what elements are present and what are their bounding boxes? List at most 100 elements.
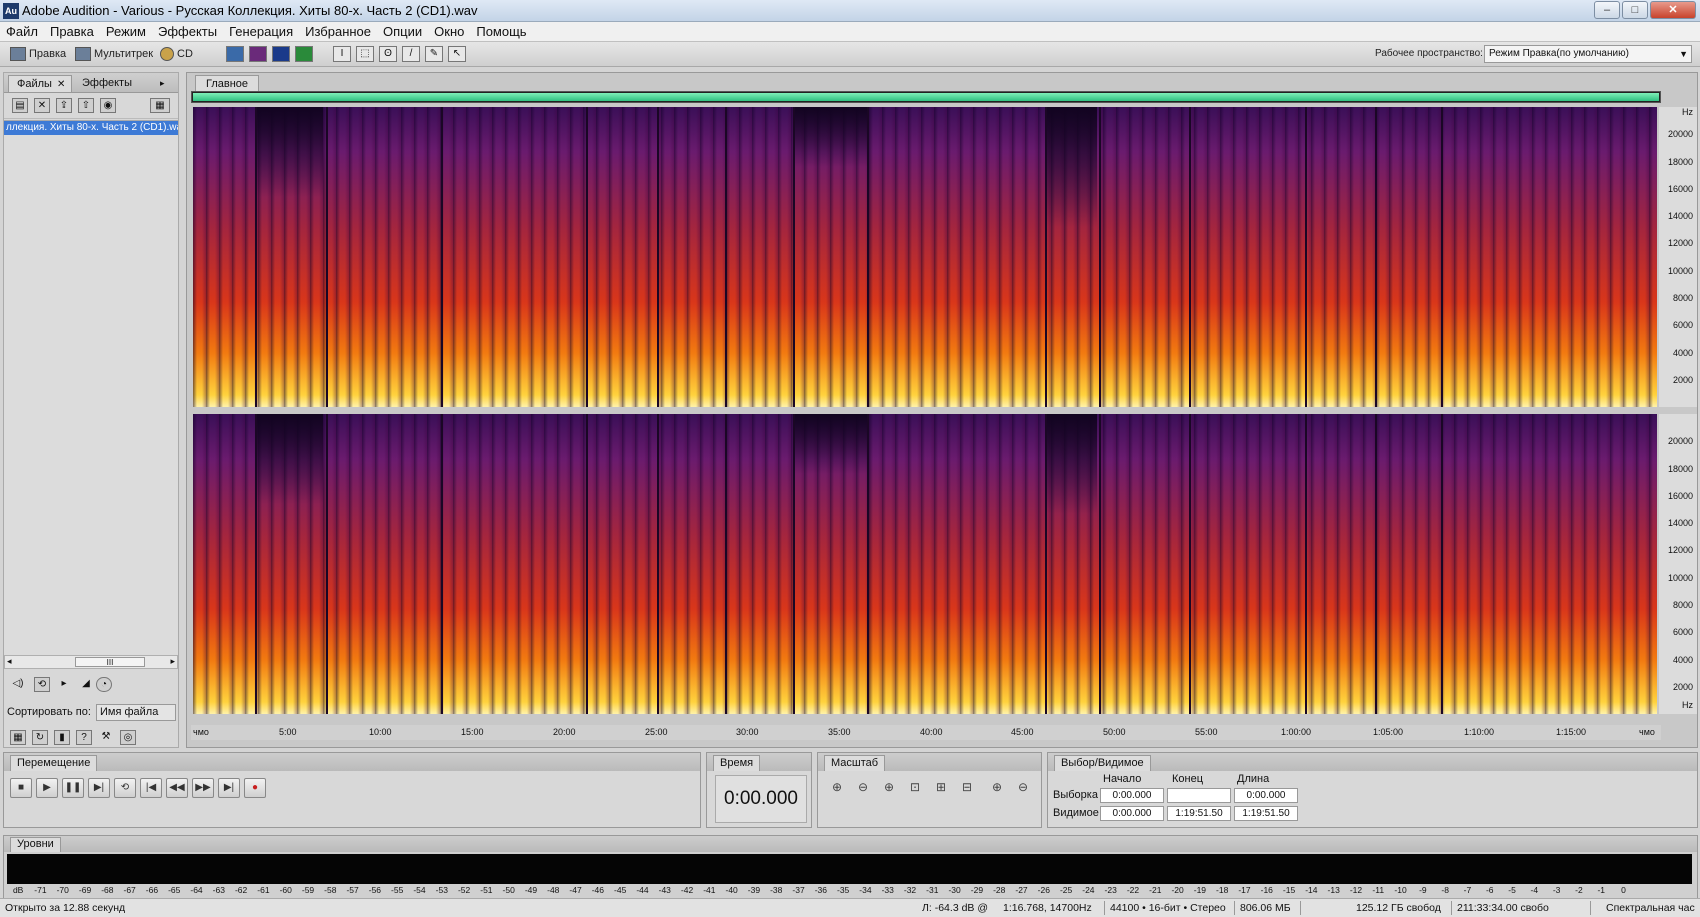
- volume-knob-icon[interactable]: ◔: [96, 677, 112, 692]
- track-gap: [867, 107, 869, 407]
- panel-menu-icon[interactable]: ▸: [152, 75, 171, 92]
- brush-tool-icon[interactable]: /: [402, 46, 420, 62]
- selection-start-field[interactable]: 0:00.000: [1100, 788, 1164, 803]
- zoom-left-edge-icon[interactable]: ⊟: [956, 777, 978, 797]
- go-to-start-button[interactable]: |◀: [140, 778, 162, 798]
- workspace-select[interactable]: Режим Правка(по умолчанию) ▼: [1484, 45, 1692, 63]
- list-item[interactable]: ллекция. Хиты 80-х. Часть 2 (CD1).wav: [4, 121, 178, 135]
- scroll-left-icon[interactable]: ◂: [7, 656, 12, 667]
- stop-button[interactable]: ■: [10, 778, 32, 798]
- menu-file[interactable]: Файл: [0, 22, 44, 39]
- zoom-in-horizontal-icon[interactable]: ⊕: [878, 777, 900, 797]
- tools-icon[interactable]: ⚒: [98, 730, 114, 745]
- marquee-tool-icon[interactable]: ⬚: [356, 46, 374, 62]
- minimize-button[interactable]: –: [1594, 1, 1620, 19]
- pause-button[interactable]: ❚❚: [62, 778, 84, 798]
- menu-options[interactable]: Опции: [377, 22, 428, 39]
- record-button[interactable]: ●: [244, 778, 266, 798]
- spectral-frequency-view-icon[interactable]: [249, 46, 267, 62]
- level-scale-label: -6: [1485, 885, 1494, 895]
- divider: [1234, 901, 1235, 915]
- chevron-down-icon: ▼: [1679, 49, 1688, 59]
- zoom-panel: Масштаб ⊕ ⊖ ⊕ ⊡ ⊞ ⊟ ⊕ ⊖: [817, 752, 1042, 828]
- loop-button[interactable]: ⟲: [114, 778, 136, 798]
- multitrack-mode-button[interactable]: Мультитрек: [75, 45, 153, 63]
- edit-mode-button[interactable]: Правка: [10, 45, 66, 63]
- volume-icon[interactable]: ◢: [78, 677, 94, 692]
- speaker-icon[interactable]: ◁): [10, 677, 26, 692]
- close-button[interactable]: ✕: [1650, 1, 1696, 19]
- tab-zoom[interactable]: Масштаб: [824, 755, 886, 771]
- loop-icon[interactable]: ⟲: [34, 677, 50, 692]
- menu-mode[interactable]: Режим: [100, 22, 152, 39]
- play-preview-icon[interactable]: ▸: [56, 677, 72, 692]
- healing-tool-icon[interactable]: ✎: [425, 46, 443, 62]
- edit-mode-label: Правка: [29, 48, 67, 60]
- menu-effects[interactable]: Эффекты: [152, 22, 223, 39]
- insert-icon[interactable]: ⇧: [78, 98, 94, 113]
- time-selection-tool-icon[interactable]: I: [333, 46, 351, 62]
- time-label: 20:00: [553, 727, 576, 737]
- go-to-end-button[interactable]: ▶|: [218, 778, 240, 798]
- import-icon[interactable]: ⇪: [56, 98, 72, 113]
- rewind-button[interactable]: ◀◀: [166, 778, 188, 798]
- filter-icon[interactable]: ▦: [10, 730, 26, 745]
- sort-select[interactable]: Имя файла: [96, 704, 176, 721]
- scroll-thumb[interactable]: III: [75, 657, 145, 667]
- help-icon[interactable]: ?: [76, 730, 92, 745]
- spectral-pan-view-icon[interactable]: [272, 46, 290, 62]
- horizontal-scrollbar[interactable]: ◂ III ▸: [4, 655, 178, 669]
- tab-levels[interactable]: Уровни: [10, 837, 61, 852]
- time-ruler[interactable]: чмо 5:00 10:00 15:00 20:00 25:00 30:00 3…: [191, 725, 1661, 740]
- edit-file-icon[interactable]: ◉: [100, 98, 116, 113]
- visible-end-field[interactable]: 1:19:51.50: [1167, 806, 1231, 821]
- tab-selection-view[interactable]: Выбор/Видимое: [1054, 755, 1151, 771]
- spectrogram-left-channel[interactable]: [193, 107, 1657, 407]
- play-button[interactable]: ▶: [36, 778, 58, 798]
- tab-effects[interactable]: Эффекты: [74, 75, 138, 92]
- selection-end-field[interactable]: [1167, 788, 1231, 803]
- menu-edit[interactable]: Правка: [44, 22, 100, 39]
- tab-main[interactable]: Главное: [195, 75, 260, 92]
- menu-generate[interactable]: Генерация: [223, 22, 299, 39]
- visible-length-field[interactable]: 1:19:51.50: [1234, 806, 1298, 821]
- tab-transport[interactable]: Перемещение: [10, 755, 98, 771]
- selection-length-field[interactable]: 0:00.000: [1234, 788, 1298, 803]
- level-scale-label: -9: [1419, 885, 1427, 895]
- zoom-full-icon[interactable]: ⊡: [904, 777, 926, 797]
- cd-small-icon[interactable]: ◎: [120, 730, 136, 745]
- hybrid-tool-icon[interactable]: ↖: [448, 46, 466, 62]
- zoom-out-amplitude-icon[interactable]: ⊖: [852, 777, 874, 797]
- refresh-icon[interactable]: ↻: [32, 730, 48, 745]
- spectrogram-right-channel[interactable]: [193, 414, 1657, 714]
- lasso-tool-icon[interactable]: ʘ: [379, 46, 397, 62]
- zoom-in-amplitude-icon[interactable]: ⊕: [826, 777, 848, 797]
- tab-files[interactable]: Файлы ✕: [8, 75, 73, 92]
- maximize-button[interactable]: □: [1622, 1, 1648, 19]
- waveform-view-icon[interactable]: [226, 46, 244, 62]
- zoom-out-vertical-icon[interactable]: ⊖: [1012, 777, 1034, 797]
- track-gap: [326, 107, 328, 407]
- cd-mode-button[interactable]: CD: [160, 45, 193, 63]
- show-options-icon[interactable]: ▦: [150, 98, 170, 113]
- close-file-icon[interactable]: ✕: [34, 98, 50, 113]
- transport-panel: Перемещение ■ ▶ ❚❚ ▶| ⟲ |◀ ◀◀ ▶▶ ▶| ●: [3, 752, 701, 828]
- fast-forward-button[interactable]: ▶▶: [192, 778, 214, 798]
- open-file-icon[interactable]: ▤: [12, 98, 28, 113]
- close-icon[interactable]: ✕: [57, 79, 65, 90]
- play-to-end-button[interactable]: ▶|: [88, 778, 110, 798]
- menu-help[interactable]: Помощь: [470, 22, 532, 39]
- divider: [1104, 901, 1105, 915]
- visible-start-field[interactable]: 0:00.000: [1100, 806, 1164, 821]
- zoom-in-vertical-icon[interactable]: ⊕: [986, 777, 1008, 797]
- scroll-right-icon[interactable]: ▸: [170, 656, 175, 667]
- overview-bar[interactable]: [191, 91, 1661, 103]
- overview-range[interactable]: [193, 93, 1659, 101]
- menu-window[interactable]: Окно: [428, 22, 470, 39]
- menu-favorites[interactable]: Избранное: [299, 22, 377, 39]
- levels-panel-header: Уровни: [4, 836, 1697, 852]
- spectral-phase-view-icon[interactable]: [295, 46, 313, 62]
- zoom-selection-icon[interactable]: ⊞: [930, 777, 952, 797]
- stop-icon[interactable]: ▮: [54, 730, 70, 745]
- tab-time[interactable]: Время: [713, 755, 761, 771]
